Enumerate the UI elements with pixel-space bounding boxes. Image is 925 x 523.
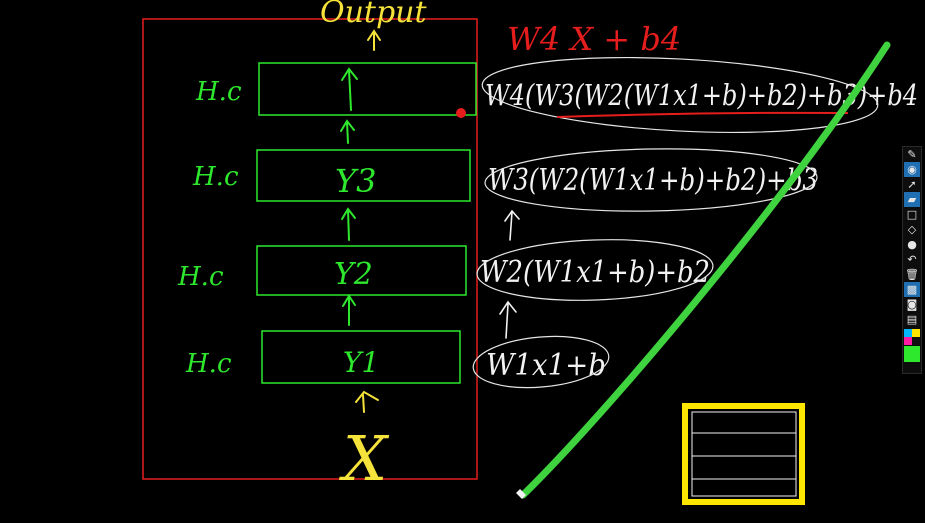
layer-3-side-label: H.c [192,162,239,192]
header-equation: W4 X + b4 [507,20,681,58]
highlighter-icon[interactable]: ▰ [904,192,920,207]
layer-3-box-label: Y3 [335,162,376,200]
whiteboard-canvas[interactable]: X Output H.c H.c H.c H.c Y3 Y2 Y1 W4 X +… [0,0,925,523]
red-marker-dot [456,108,466,118]
undo-icon[interactable]: ↶ [904,252,920,267]
color-swatches [904,329,920,345]
equation-layer-2: W2(W1x1+b)+b2 [480,255,710,290]
clear-icon[interactable]: ▩ [904,282,920,297]
layer-1-side-label: H.c [185,349,232,379]
yellow-table-lines [691,411,797,497]
equation-layer-1: W1x1+b [486,348,606,383]
swatch-yellow[interactable] [912,329,920,337]
pen-icon[interactable]: ✎ [904,147,920,162]
input-label: X [339,422,390,495]
layer-4-side-label: H.c [195,77,242,107]
swatch-black[interactable] [912,337,920,345]
clipboard-icon[interactable]: ▤ [904,312,920,327]
eye-icon[interactable]: ◉ [904,162,920,177]
layer-2-box-label: Y2 [334,257,373,292]
eraser-icon[interactable]: ◇ [904,222,920,237]
layer-2-side-label: H.c [177,262,224,292]
swatch-blue[interactable] [904,329,912,337]
output-label: Output [320,0,427,30]
network-frame [142,18,478,480]
equation-layer-3: W3(W2(W1x1+b)+b2)+b3 [488,163,818,198]
yellow-table-frame [682,403,805,505]
rectangle-icon[interactable]: □ [904,207,920,222]
swatch-magenta[interactable] [904,337,912,345]
dot-icon[interactable]: ● [904,237,920,252]
red-underline [556,111,849,118]
trash-icon[interactable]: 🗑 [904,267,920,282]
layer-1-box-label: Y1 [343,346,379,379]
camera-icon[interactable]: ◙ [904,297,920,312]
drawing-toolbar: ✎ ◉ ➚ ▰ □ ◇ ● ↶ 🗑 ▩ ◙ ▤ [902,146,922,374]
layer-box-4 [258,62,477,116]
current-color-swatch[interactable] [904,346,920,362]
cursor-icon[interactable]: ➚ [904,177,920,192]
